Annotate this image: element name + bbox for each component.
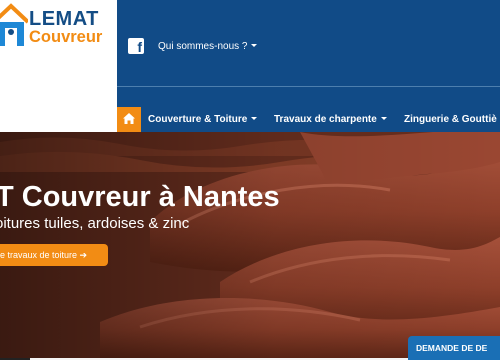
nav-item-label: Couverture & Toiture — [148, 114, 248, 125]
hero-cta-button[interactable]: e travaux de toiture ➔ — [0, 244, 108, 266]
nav-item-charpente[interactable]: Travaux de charpente — [274, 113, 387, 126]
nav-item-couverture[interactable]: Couverture & Toiture — [148, 113, 258, 126]
logo-text-secondary: Couvreur — [29, 28, 103, 46]
header-divider — [117, 86, 500, 87]
home-button[interactable] — [117, 107, 141, 132]
nav-item-label: Travaux de charpente — [274, 114, 377, 125]
nav-item-label: Zinguerie & Gouttiè — [404, 114, 497, 125]
hero-title: T Couvreur à Nantes — [0, 181, 280, 213]
chevron-down-icon — [251, 116, 258, 120]
chevron-down-icon — [251, 43, 258, 47]
about-menu-label: Qui sommes-nous ? — [158, 41, 248, 52]
quote-request-tab[interactable]: DEMANDE DE DE — [408, 336, 500, 360]
nav-item-zinguerie[interactable]: Zinguerie & Gouttiè — [404, 113, 497, 126]
about-menu-link[interactable]: Qui sommes-nous ? — [158, 40, 258, 53]
facebook-icon[interactable]: f — [128, 38, 144, 55]
home-icon — [123, 113, 135, 124]
hero-cta-label: e travaux de toiture ➔ — [0, 250, 88, 260]
hero-subtitle: oitures tuiles, ardoises & zinc — [0, 215, 190, 232]
hero-banner: T Couvreur à Nantes oitures tuiles, ardo… — [0, 132, 500, 360]
header-bar: f Qui sommes-nous ? Couverture & Toiture… — [117, 0, 500, 132]
chevron-down-icon — [380, 116, 387, 120]
quote-request-label: DEMANDE DE DE — [416, 343, 488, 353]
site-logo[interactable]: LEMAT Couvreur — [0, 0, 117, 132]
logo-house-icon — [0, 3, 28, 46]
